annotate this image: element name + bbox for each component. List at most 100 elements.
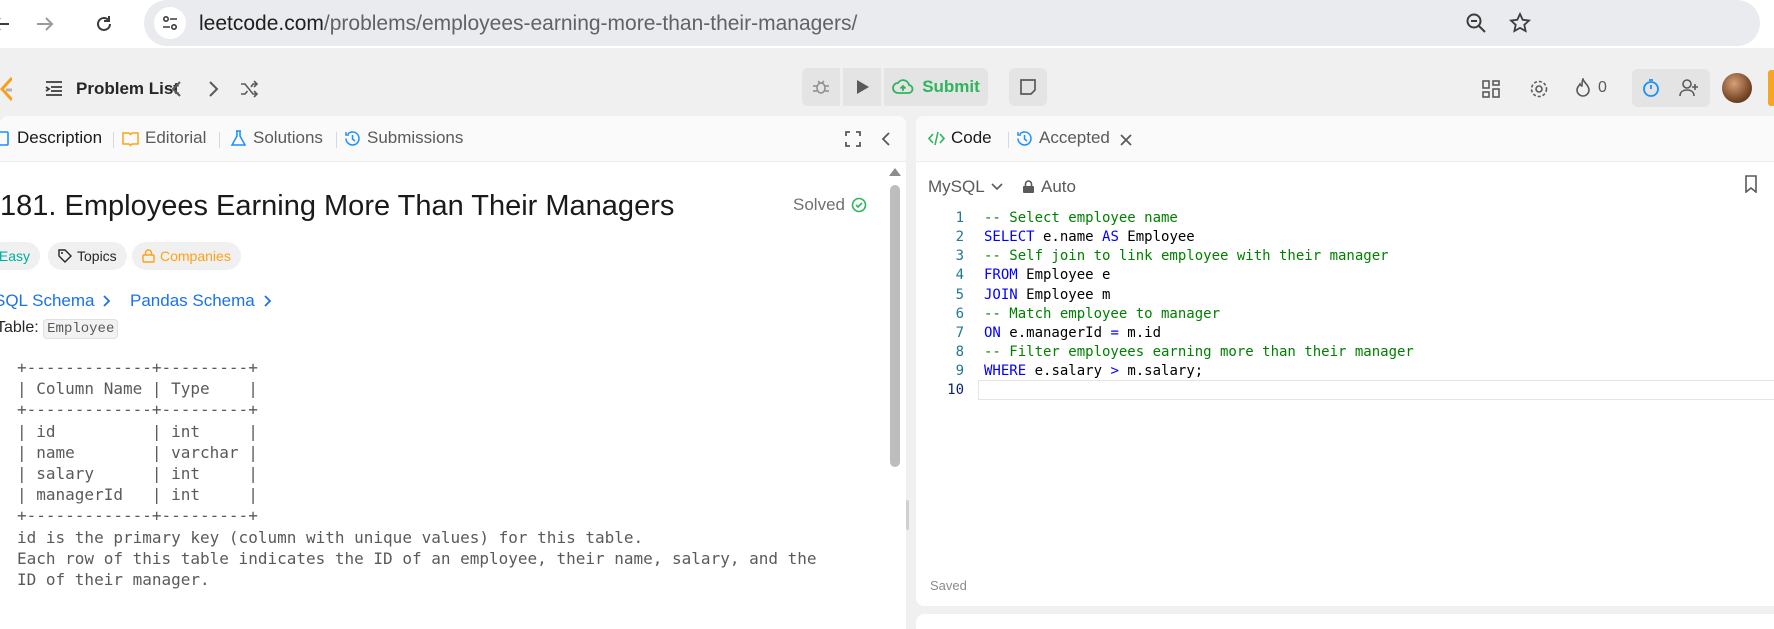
code-keyword: ON	[984, 324, 1001, 341]
back-icon[interactable]	[0, 8, 18, 40]
chevron-right-icon	[103, 295, 111, 307]
collapse-icon[interactable]	[876, 128, 898, 150]
code-token: e.salary	[1026, 363, 1111, 380]
chevron-right-icon	[264, 295, 272, 307]
star-icon[interactable]	[1506, 9, 1534, 37]
tab-description-label: Description	[17, 128, 103, 147]
url-path: /problems/employees-earning-more-than-th…	[323, 12, 858, 35]
avatar[interactable]	[1722, 73, 1752, 103]
code-keyword: SELECT	[984, 229, 1035, 246]
tab-submissions-label: Submissions	[367, 128, 464, 147]
streak-counter[interactable]: 0	[1574, 78, 1607, 98]
code-text: WHERE e.salary > m.salary;	[984, 363, 1203, 379]
leetcode-logo-icon[interactable]	[0, 76, 12, 104]
code-token: Employee e	[1017, 267, 1111, 284]
bug-icon	[813, 80, 829, 94]
tab-divider	[336, 132, 337, 148]
code-text: -- Match employee to manager	[984, 306, 1220, 322]
language-label: MySQL	[928, 177, 985, 196]
address-bar[interactable]: leetcode.com/problems/employees-earning-…	[144, 0, 1760, 46]
run-button[interactable]	[843, 68, 881, 106]
companies-chip[interactable]: Companies	[132, 242, 241, 270]
submit-button[interactable]: Submit	[884, 68, 988, 106]
document-icon	[0, 130, 9, 146]
tab-editorial[interactable]: Editorial	[122, 128, 206, 148]
problem-list-icon[interactable]	[44, 78, 64, 98]
code-tabbar: Code Accepted	[916, 116, 1774, 162]
scroll-up-arrow[interactable]	[889, 168, 901, 176]
code-comment: -- Match employee to manager	[984, 305, 1221, 322]
code-comment: -- Select employee name	[984, 210, 1178, 226]
saved-status: Saved	[930, 578, 967, 593]
code-text: FROM Employee e	[984, 267, 1110, 283]
tab-description[interactable]: Description	[0, 128, 102, 148]
forward-icon[interactable]	[28, 8, 60, 40]
code-line[interactable]: 10	[916, 380, 1774, 402]
scrollbar[interactable]	[890, 185, 900, 467]
bookmark-icon[interactable]	[1744, 175, 1758, 198]
line-number: 6	[955, 305, 964, 322]
run-controls: Submit	[802, 68, 988, 106]
code-text: -- Filter employees earning more than th…	[984, 344, 1414, 360]
code-panel: Code Accepted MySQL Auto 1 -- Select empl…	[916, 116, 1774, 606]
tab-code[interactable]: Code	[928, 128, 992, 148]
console-panel-edge[interactable]	[916, 614, 1774, 629]
tab-divider	[1008, 132, 1009, 148]
gear-icon[interactable]	[1528, 78, 1550, 100]
expand-icon[interactable]	[842, 128, 864, 150]
code-token: e.name	[1034, 229, 1103, 246]
line-number: 5	[955, 286, 964, 303]
difficulty-badge: Easy	[0, 242, 40, 270]
site-info-icon[interactable]	[154, 7, 186, 39]
notes-button[interactable]	[1009, 68, 1047, 106]
browser-toolbar: leetcode.com/problems/employees-earning-…	[0, 0, 1774, 48]
pandas-schema-link[interactable]: Pandas Schema	[130, 291, 273, 311]
layout-icon[interactable]	[1480, 78, 1502, 100]
problem-title: 181. Employees Earning More Than Their M…	[0, 190, 675, 222]
premium-badge[interactable]	[1768, 70, 1774, 106]
panel-resize-handle[interactable]	[906, 500, 909, 530]
close-icon[interactable]	[1115, 129, 1137, 151]
companies-label: Companies	[160, 248, 231, 264]
debug-button[interactable]	[802, 68, 840, 106]
zoom-icon[interactable]	[1462, 9, 1490, 37]
code-icon	[928, 131, 945, 145]
topics-chip[interactable]: Topics	[48, 242, 127, 270]
tab-solutions[interactable]: Solutions	[230, 128, 323, 148]
code-comment: -- Self join to link employee with their…	[984, 248, 1389, 265]
tab-accepted-label: Accepted	[1039, 128, 1110, 147]
tab-editorial-label: Editorial	[145, 128, 207, 147]
tab-code-label: Code	[951, 128, 992, 147]
url-host: leetcode.com	[199, 12, 324, 35]
editor-toolbar: MySQL Auto	[916, 163, 1774, 203]
description-panel: Description Editorial Solutions Submissi…	[0, 116, 906, 629]
add-user-icon[interactable]	[1678, 77, 1700, 99]
line-number: 8	[955, 344, 964, 361]
description-tabbar: Description Editorial Solutions Submissi…	[0, 116, 906, 162]
line-number: 2	[955, 229, 964, 246]
tag-icon	[58, 249, 72, 263]
code-text: -- Self join to link employee with their…	[984, 248, 1389, 264]
fire-icon	[1576, 78, 1590, 97]
next-problem-icon[interactable]	[202, 78, 224, 100]
code-token: Employee	[1118, 229, 1195, 246]
prev-problem-icon[interactable]	[166, 78, 188, 100]
submit-label: Submit	[922, 77, 980, 96]
auto-format-toggle[interactable]: Auto	[1022, 177, 1076, 197]
tab-submissions[interactable]: Submissions	[344, 128, 463, 148]
sql-schema-link[interactable]: SQL Schema	[0, 291, 112, 311]
history-icon	[1017, 130, 1032, 146]
line-number: 10	[947, 382, 964, 399]
timer-icon[interactable]	[1640, 77, 1662, 99]
reload-icon[interactable]	[88, 8, 120, 40]
tab-divider	[219, 132, 220, 148]
difficulty-label: Easy	[0, 248, 30, 264]
code-keyword: AS	[1102, 229, 1119, 246]
code-keyword: >	[1110, 363, 1119, 380]
language-select[interactable]: MySQL	[928, 177, 1003, 197]
shuffle-icon[interactable]	[238, 78, 260, 100]
url-text[interactable]: leetcode.com/problems/employees-earning-…	[199, 12, 857, 36]
current-line-highlight	[978, 380, 1774, 401]
problem-list-label[interactable]: Problem List	[76, 79, 179, 99]
tab-accepted[interactable]: Accepted	[1016, 128, 1110, 148]
